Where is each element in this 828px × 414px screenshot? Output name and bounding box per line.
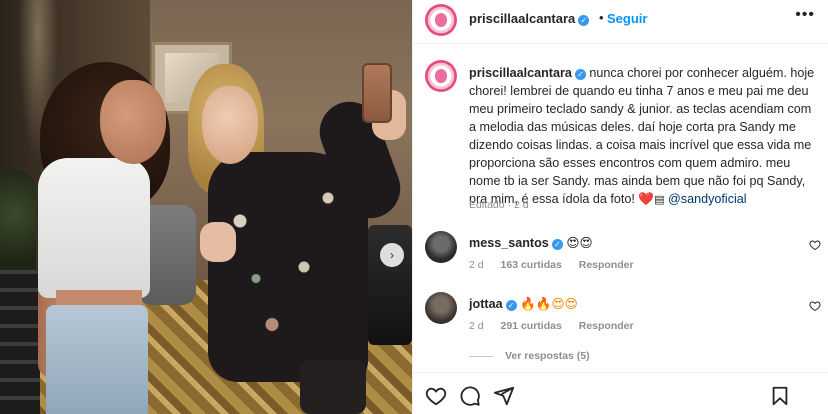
side-table	[0, 270, 40, 414]
commenter-username[interactable]: jottaa ✓	[469, 297, 517, 311]
comment-reply-button[interactable]: Responder	[579, 320, 634, 332]
send-icon[interactable]	[493, 385, 515, 407]
post-header: priscillaalcantara ✓ • Seguir •••	[413, 0, 828, 44]
caption-username[interactable]: priscillaalcantara ✓	[469, 66, 586, 80]
right-person-face	[202, 86, 258, 164]
comment-meta: 2 d 291 curtidas Responder	[469, 320, 648, 332]
heart-icon[interactable]	[809, 300, 821, 312]
view-replies-link[interactable]: Ver respostas (5)	[469, 350, 590, 362]
caption-avatar[interactable]	[425, 60, 457, 92]
follow-button[interactable]: Seguir	[607, 11, 647, 26]
more-options-icon[interactable]: •••	[795, 6, 815, 24]
left-person-jeans	[46, 305, 148, 414]
chevron-right-icon: ›	[390, 248, 394, 262]
bookmark-icon[interactable]	[769, 385, 791, 407]
commenter-username[interactable]: mess_santos ✓	[469, 236, 563, 250]
post-side-panel: priscillaalcantara ✓ • Seguir ••• priscil…	[412, 0, 828, 414]
verified-badge-icon: ✓	[505, 300, 517, 311]
comment-body: jottaa ✓ 🔥🔥😍😍	[469, 296, 578, 312]
comment-meta: 2 d 163 curtidas Responder	[469, 259, 648, 271]
post-caption: priscillaalcantara ✓ nunca chorei por con…	[469, 64, 819, 209]
comment-likes-count[interactable]: 291 curtidas	[501, 320, 562, 332]
caption-mention-link[interactable]: @sandyoficial	[668, 192, 747, 206]
action-bar	[413, 372, 828, 414]
comment-text: 😍😍	[566, 236, 593, 250]
replies-divider	[469, 355, 493, 357]
heart-icon[interactable]	[809, 239, 821, 251]
comment-body: mess_santos ✓ 😍😍	[469, 235, 593, 250]
phone	[362, 63, 392, 123]
commenter-avatar[interactable]	[425, 292, 457, 324]
author-username[interactable]: priscillaalcantara ✓	[469, 11, 590, 26]
right-person-left-hand	[200, 222, 236, 262]
header-separator: •	[599, 10, 604, 25]
verified-badge-icon: ✓	[551, 239, 563, 250]
right-person-legs	[300, 360, 366, 414]
post-photo[interactable]: ›	[0, 0, 412, 414]
left-person-shirt	[38, 158, 150, 298]
caption-text: nunca chorei por conhecer alguém. hoje c…	[469, 66, 815, 206]
comment-age: 2 d	[469, 320, 484, 332]
author-avatar[interactable]	[425, 4, 457, 36]
caption-edited-timestamp: Editado · 2 d	[469, 199, 529, 211]
comment-text: 🔥🔥😍😍	[520, 297, 578, 311]
heart-emoji: ❤️	[638, 192, 655, 206]
comment-reply-button[interactable]: Responder	[579, 259, 634, 271]
left-person-face	[100, 80, 166, 164]
verified-badge-icon: ✓	[574, 69, 586, 80]
verified-badge-icon: ✓	[578, 15, 590, 26]
comment-age: 2 d	[469, 259, 484, 271]
carousel-next-button[interactable]: ›	[380, 243, 404, 267]
comment-icon[interactable]	[459, 385, 481, 407]
bars-emoji: ▤	[654, 194, 665, 206]
heart-icon[interactable]	[425, 385, 447, 407]
comment-likes-count[interactable]: 163 curtidas	[501, 259, 562, 271]
plant	[0, 170, 36, 280]
commenter-avatar[interactable]	[425, 231, 457, 263]
